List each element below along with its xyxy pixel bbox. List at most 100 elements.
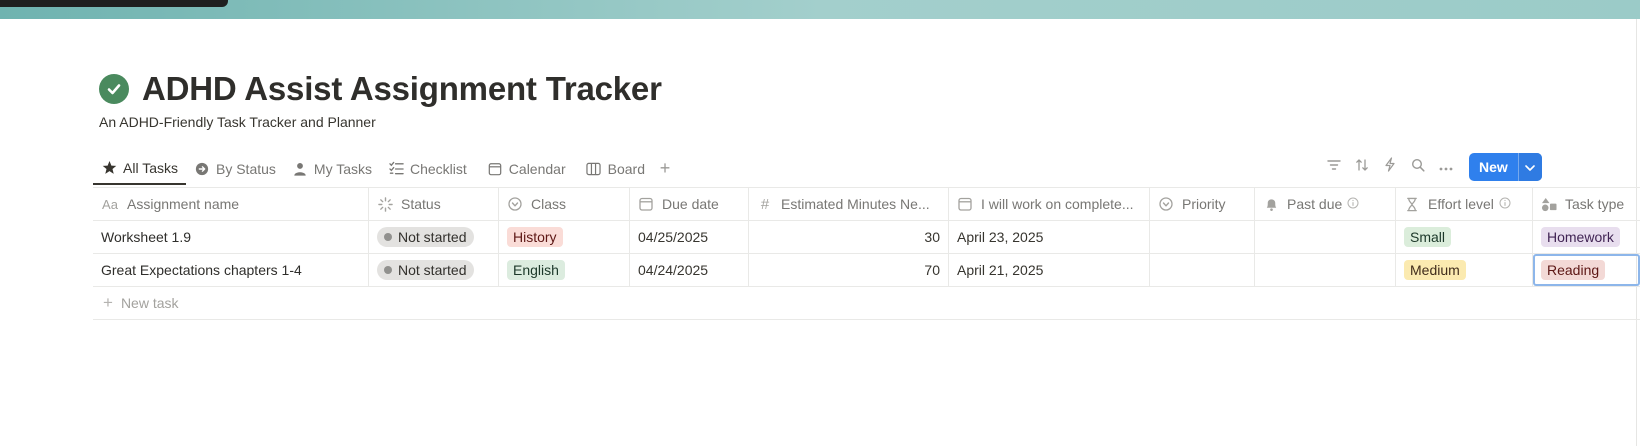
column-label: Task type [1565,196,1625,212]
select-icon [1158,196,1174,212]
column-header-past-due[interactable]: Past due [1255,188,1396,220]
cell-status[interactable]: Not started [369,221,499,253]
effort-tag: Small [1404,227,1452,247]
tab-label: Board [607,160,645,177]
more-button[interactable] [1432,153,1460,181]
filter-icon [1327,158,1341,176]
column-header-work-on-date[interactable]: I will work on complete... [949,188,1150,220]
page-subtitle[interactable]: An ADHD-Friendly Task Tracker and Planne… [99,114,376,130]
plus-icon: + [103,293,113,312]
tab-calendar[interactable]: Calendar [479,152,574,185]
board-icon [586,161,602,177]
filter-button[interactable] [1320,153,1348,181]
cell-past-due[interactable] [1255,221,1396,253]
more-icon [1439,158,1453,176]
status-label: Not started [398,262,467,278]
cell-class[interactable]: History [499,221,630,253]
person-icon [292,161,308,177]
tab-checklist[interactable]: Checklist [380,152,475,185]
text-icon: Aa [102,196,118,212]
tab-board[interactable]: Board [578,152,653,185]
column-header-estimated-minutes[interactable]: # Estimated Minutes Ne... [749,188,949,220]
cell-assignment-name[interactable]: Worksheet 1.9 [93,221,369,253]
class-tag: English [507,260,565,280]
new-button-group: New [1469,153,1542,181]
new-task-button[interactable]: + New task [93,287,1640,320]
column-header-due-date[interactable]: Due date [630,188,749,220]
effort-tag: Medium [1404,260,1466,280]
shapes-icon [1541,196,1557,212]
new-task-label: New task [120,295,179,311]
column-label: Class [531,196,567,212]
new-button[interactable]: New [1469,153,1518,181]
number-icon: # [760,195,770,213]
column-label: Status [401,196,441,212]
column-header-status[interactable]: Status [369,188,499,220]
tab-label: Calendar [508,160,566,177]
date-icon [638,196,654,212]
automation-icon [1384,157,1396,177]
table-row[interactable]: Great Expectations chapters 1-4 Not star… [93,254,1640,287]
column-label: Due date [662,196,719,212]
info-icon[interactable] [1499,196,1511,212]
automation-button[interactable] [1376,153,1404,181]
cell-status[interactable]: Not started [369,254,499,286]
task-type-tag: Homework [1541,227,1620,247]
add-view-button[interactable]: + [653,152,677,185]
bell-formula-icon [1263,196,1279,212]
cell-work-on-date[interactable]: April 23, 2025 [949,221,1150,253]
status-label: Not started [398,229,467,245]
cell-estimated-minutes[interactable]: 30 [749,221,949,253]
class-tag: History [507,227,563,247]
chevron-down-icon [1525,158,1536,176]
column-header-priority[interactable]: Priority [1150,188,1255,220]
tasks-table: Aa Assignment name Status Class Due date… [93,188,1640,320]
column-label: Past due [1287,196,1343,212]
checklist-icon [388,161,404,177]
column-label: Effort level [1428,196,1494,212]
status-icon [377,196,393,212]
cell-assignment-name[interactable]: Great Expectations chapters 1-4 [93,254,369,286]
cell-due-date[interactable]: 04/24/2025 [630,254,749,286]
page-title[interactable]: ADHD Assist Assignment Tracker [142,70,662,108]
cell-estimated-minutes[interactable]: 70 [749,254,949,286]
sort-button[interactable] [1348,153,1376,181]
tab-my-tasks[interactable]: My Tasks [284,152,380,185]
task-type-tag: Reading [1541,260,1606,280]
column-header-assignment-name[interactable]: Aa Assignment name [93,188,369,220]
cell-priority[interactable] [1150,221,1255,253]
tab-all-tasks[interactable]: All Tasks [93,152,186,185]
assignment-name: Worksheet 1.9 [101,229,192,245]
search-button[interactable] [1404,153,1432,181]
window-tab-overlay [0,0,228,7]
cell-effort-level[interactable]: Small [1396,221,1533,253]
cell-task-type[interactable]: Homework [1533,221,1640,253]
column-header-task-type[interactable]: Task type [1533,188,1640,220]
cell-past-due[interactable] [1255,254,1396,286]
title-row: ADHD Assist Assignment Tracker [99,70,662,108]
check-circle-icon[interactable] [99,74,129,104]
table-row[interactable]: Worksheet 1.9 Not started History 04/25/… [93,221,1640,254]
tab-label: My Tasks [313,160,372,177]
new-dropdown-button[interactable] [1517,153,1542,181]
view-tabs: All Tasks By Status My Tasks Checklist C… [93,152,677,187]
star-icon [101,160,117,176]
cell-work-on-date[interactable]: April 21, 2025 [949,254,1150,286]
page-cover [0,0,1640,19]
assignment-name: Great Expectations chapters 1-4 [101,262,302,278]
status-badge: Not started [377,227,475,247]
hourglass-formula-icon [1404,196,1420,212]
tab-label: All Tasks [123,159,178,176]
cell-priority[interactable] [1150,254,1255,286]
tab-by-status[interactable]: By Status [186,152,284,185]
info-icon[interactable] [1347,196,1359,212]
cell-class[interactable]: English [499,254,630,286]
column-header-class[interactable]: Class [499,188,630,220]
cell-task-type[interactable]: Reading [1533,254,1640,286]
cell-due-date[interactable]: 04/25/2025 [630,221,749,253]
tab-label: Checklist [410,160,467,177]
date-icon [957,196,973,212]
plus-icon: + [659,158,671,178]
cell-effort-level[interactable]: Medium [1396,254,1533,286]
column-header-effort-level[interactable]: Effort level [1396,188,1533,220]
